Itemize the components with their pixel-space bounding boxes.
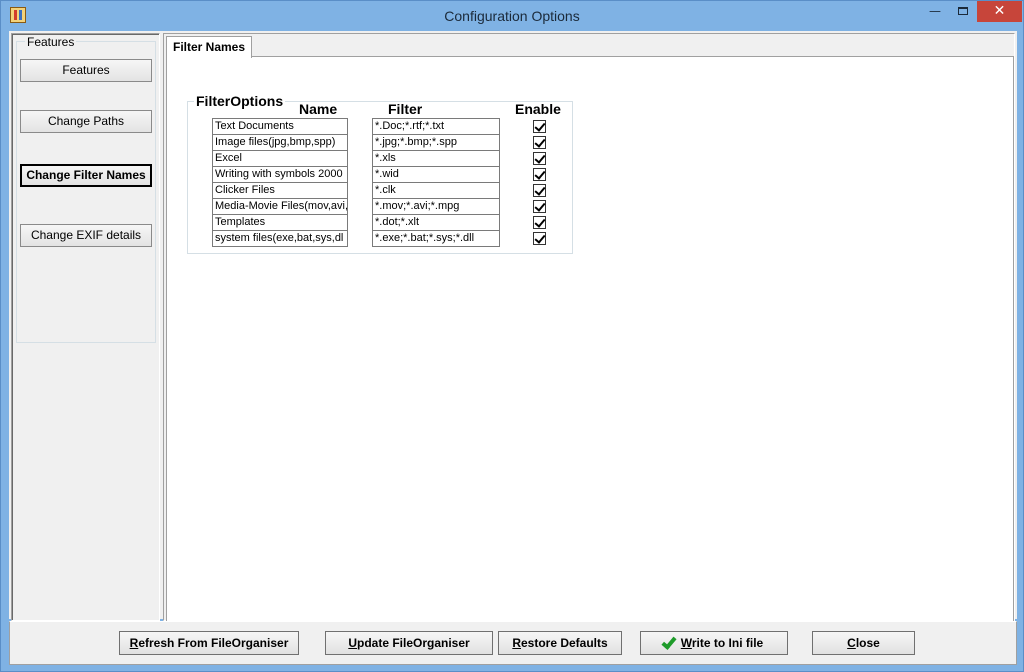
restore-defaults-button[interactable]: Restore Defaults — [498, 631, 622, 655]
enable-column-header: Enable — [515, 101, 561, 117]
filter-name-field[interactable]: Templates — [212, 214, 348, 231]
filter-pattern-field[interactable]: *.mov;*.avi;*.mpg — [372, 198, 500, 215]
update-fileorganiser-button[interactable]: Update FileOrganiser — [325, 631, 493, 655]
enable-checkbox[interactable] — [533, 168, 546, 181]
close-window-button[interactable]: ✕ — [977, 1, 1022, 22]
enable-checkbox[interactable] — [533, 232, 546, 245]
filter-name-field[interactable]: Clicker Files — [212, 182, 348, 199]
filter-name-field[interactable]: Text Documents — [212, 118, 348, 135]
filter-name-field[interactable]: Excel — [212, 150, 348, 167]
write-to-ini-file-button[interactable]: Write to Ini file — [640, 631, 788, 655]
enable-checkbox[interactable] — [533, 216, 546, 229]
enable-checkbox[interactable] — [533, 184, 546, 197]
title-bar[interactable]: Configuration Options — ✕ — [1, 1, 1023, 31]
client-area: Features Features Change Paths Change Fi… — [9, 31, 1017, 622]
action-bar: Refresh From FileOrganiser Update FileOr… — [9, 621, 1017, 665]
filter-pattern-field[interactable]: *.jpg;*.bmp;*.spp — [372, 134, 500, 151]
minimize-button[interactable]: — — [921, 1, 949, 22]
enable-checkbox[interactable] — [533, 152, 546, 165]
filter-pattern-field[interactable]: *.dot;*.xlt — [372, 214, 500, 231]
filter-column-header: Filter — [388, 101, 423, 117]
filter-name-field[interactable]: Image files(jpg,bmp,spp) — [212, 134, 348, 151]
features-button[interactable]: Features — [20, 59, 152, 82]
filter-pattern-field[interactable]: *.wid — [372, 166, 500, 183]
configuration-window: Configuration Options — ✕ Features Featu… — [0, 0, 1024, 672]
tab-filter-names[interactable]: Filter Names — [166, 36, 252, 58]
features-group: Features Features Change Paths Change Fi… — [16, 35, 156, 343]
features-group-label: Features — [25, 35, 77, 49]
filter-pattern-field[interactable]: *.Doc;*.rtf;*.txt — [372, 118, 500, 135]
enable-checkbox[interactable] — [533, 120, 546, 133]
filter-name-field[interactable]: Writing with symbols 2000 — [212, 166, 348, 183]
refresh-from-fileorganiser-button[interactable]: Refresh From FileOrganiser — [119, 631, 299, 655]
filter-name-field[interactable]: Media-Movie Files(mov,avi,r — [212, 198, 348, 215]
change-exif-details-button[interactable]: Change EXIF details — [20, 224, 152, 247]
filter-options-label: FilterOptions — [194, 93, 286, 109]
filter-pattern-field[interactable]: *.xls — [372, 150, 500, 167]
filter-pattern-field[interactable]: *.clk — [372, 182, 500, 199]
settings-panel: Filter Names FilterOptions Name Filter E… — [163, 33, 1015, 622]
filter-options-group: FilterOptions Name Filter Enable Text Do… — [187, 93, 573, 254]
maximize-button[interactable] — [949, 1, 977, 22]
features-panel: Features Features Change Paths Change Fi… — [11, 33, 160, 621]
enable-checkbox[interactable] — [533, 136, 546, 149]
filter-names-page: FilterOptions Name Filter Enable Text Do… — [166, 56, 1014, 622]
maximize-icon — [958, 7, 968, 15]
window-title: Configuration Options — [444, 8, 580, 24]
change-filter-names-button[interactable]: Change Filter Names — [20, 164, 152, 187]
checkmark-icon — [661, 634, 677, 650]
change-paths-button[interactable]: Change Paths — [20, 110, 152, 133]
close-button[interactable]: Close — [812, 631, 915, 655]
filter-name-field[interactable]: system files(exe,bat,sys,dl — [212, 230, 348, 247]
name-column-header: Name — [299, 101, 338, 117]
filter-pattern-field[interactable]: *.exe;*.bat;*.sys;*.dll — [372, 230, 500, 247]
enable-checkbox[interactable] — [533, 200, 546, 213]
